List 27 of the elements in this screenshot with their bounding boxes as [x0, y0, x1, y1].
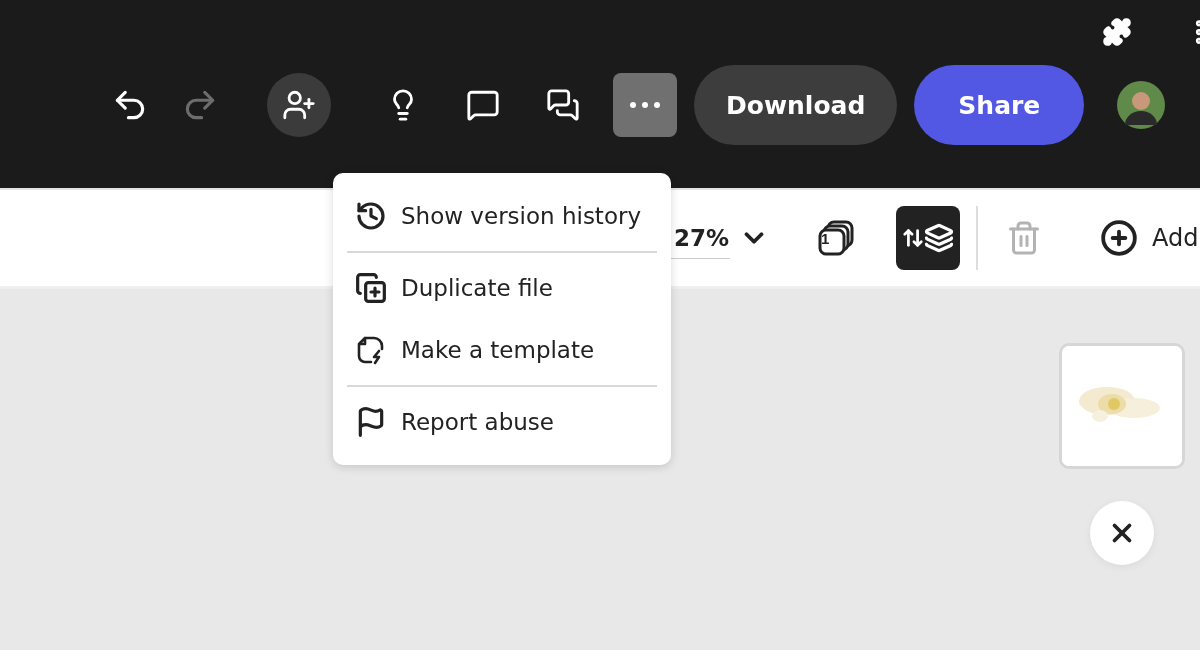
plus-circle-icon — [1100, 219, 1138, 257]
more-button[interactable] — [613, 73, 677, 137]
layers-button[interactable] — [896, 206, 960, 270]
speech-bubbles-icon — [546, 88, 580, 122]
menu-item-label: Report abuse — [401, 409, 554, 435]
pages-button[interactable]: 1 — [804, 206, 868, 270]
menu-item[interactable]: Report abuse — [347, 391, 657, 453]
copy-plus-icon — [355, 272, 387, 304]
speech-bubble-icon — [466, 88, 500, 122]
menu-item-label: Duplicate file — [401, 275, 553, 301]
history-icon — [355, 200, 387, 232]
layers-icon — [924, 223, 954, 253]
add-button[interactable]: Add — [1100, 219, 1199, 257]
pages-icon — [816, 218, 856, 258]
arrows-up-down-icon — [902, 227, 924, 249]
menu-item[interactable]: Duplicate file — [347, 257, 657, 319]
add-person-icon — [282, 88, 316, 122]
more-icon — [630, 102, 660, 108]
download-button[interactable]: Download — [694, 65, 898, 145]
trash-icon — [1006, 220, 1042, 256]
avatar[interactable] — [1117, 81, 1166, 129]
menu-item-label: Show version history — [401, 203, 642, 229]
puzzle-icon[interactable] — [1102, 17, 1132, 47]
page-count: 1 — [821, 230, 830, 247]
menu-item[interactable]: Make a template — [347, 319, 657, 381]
share-button[interactable]: Share — [914, 65, 1085, 145]
menu-item-label: Make a template — [401, 337, 595, 363]
